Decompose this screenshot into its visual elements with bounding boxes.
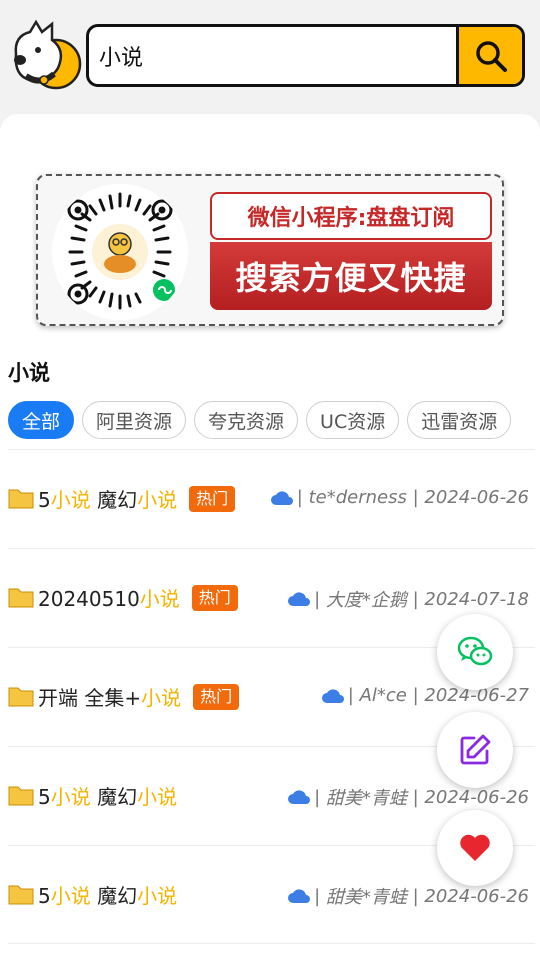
section-title: 小说 [8, 361, 50, 385]
folder-icon [8, 885, 34, 905]
list-item[interactable]: 5小说 魔幻小说 热门 | te*derness | 2024-06-26 [8, 449, 535, 548]
item-meta: | te*derness | 2024-06-26 [270, 487, 529, 508]
folder-icon [8, 489, 34, 509]
item-title[interactable]: 5小说 魔幻小说 [38, 781, 177, 810]
cloud-icon [270, 490, 293, 505]
item-title[interactable]: 20240510小说 热门 [38, 583, 238, 612]
promo-banner[interactable]: 微信小程序:盘盘订阅 搜索方便又快捷 [36, 174, 504, 326]
cloud-icon [321, 688, 344, 703]
folder-icon [8, 786, 34, 806]
wechat-icon [457, 636, 493, 666]
cloud-icon [288, 889, 311, 903]
search-input[interactable] [89, 27, 456, 84]
tab-uc[interactable]: UC资源 [306, 401, 400, 439]
tab-xunlei[interactable]: 迅雷资源 [407, 401, 512, 439]
filter-tabs: 全部 阿里资源 夸克资源 UC资源 迅雷资源 [8, 401, 512, 441]
item-meta: | 大度*企鹅 | 2024-07-18 [288, 586, 529, 612]
hot-badge: 热门 [191, 585, 238, 611]
search-button[interactable] [456, 27, 522, 84]
promo-title: 微信小程序:盘盘订阅 [210, 192, 492, 240]
folder-icon [8, 687, 34, 707]
favorite-button[interactable] [437, 810, 513, 886]
edit-icon [460, 734, 491, 765]
item-meta: | 甜美*青蛙 | 2024-06-26 [288, 883, 529, 909]
tab-all[interactable]: 全部 [8, 401, 75, 439]
wechat-share-button[interactable] [437, 614, 513, 690]
cloud-icon [288, 592, 311, 606]
item-meta: | 甜美*青蛙 | 2024-06-26 [288, 784, 529, 810]
tab-quark[interactable]: 夸克资源 [194, 401, 299, 439]
hot-badge: 热门 [193, 684, 240, 710]
item-title[interactable]: 5小说 魔幻小说 [38, 880, 177, 909]
heart-icon [460, 834, 490, 861]
promo-slogan: 搜索方便又快捷 [210, 242, 492, 310]
edit-button[interactable] [437, 712, 513, 788]
folder-icon [8, 588, 34, 608]
dog-logo-icon[interactable] [6, 16, 82, 92]
tab-aliyun[interactable]: 阿里资源 [82, 401, 187, 439]
miniprogram-qr-code-icon [52, 184, 188, 320]
hot-badge: 热门 [189, 486, 236, 512]
item-title[interactable]: 5小说 魔幻小说 热门 [38, 484, 236, 513]
search-box [86, 24, 525, 87]
cloud-icon [288, 790, 311, 804]
header [0, 0, 540, 112]
item-title[interactable]: 开端 全集+小说 热门 [38, 682, 240, 711]
item-meta: | Al*ce | 2024-06-27 [321, 685, 529, 706]
search-icon [475, 40, 507, 72]
